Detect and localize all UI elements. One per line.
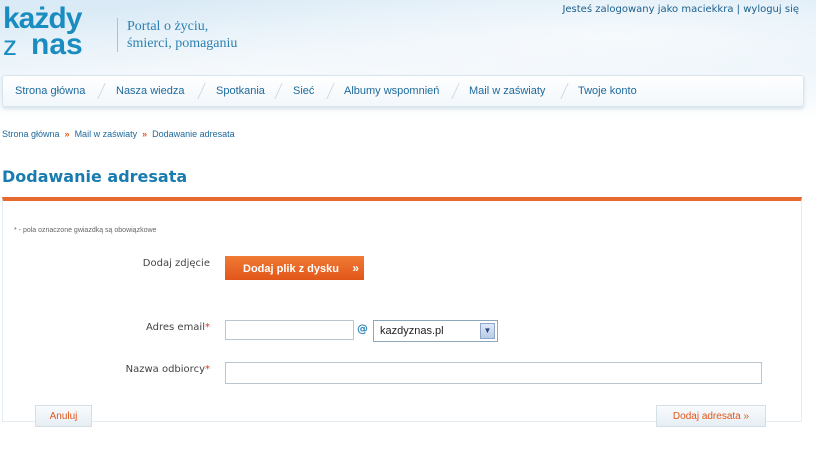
logo-divider bbox=[117, 18, 118, 52]
logged-in-text: Jesteś zalogowany jako maciekkra bbox=[562, 4, 734, 15]
recipient-name-label-text: Nazwa odbiorcy bbox=[125, 364, 205, 375]
nav-item-mail[interactable]: Mail w zaświaty bbox=[469, 76, 545, 106]
nav-item-knowledge[interactable]: Nasza wiedza bbox=[116, 76, 184, 106]
breadcrumb-separator: » bbox=[142, 129, 148, 139]
email-input[interactable] bbox=[225, 320, 354, 340]
nav-item-network[interactable]: Sieć bbox=[293, 76, 314, 106]
tagline-line1: Portal o życiu, bbox=[127, 19, 209, 34]
upload-arrow-icon: » bbox=[352, 261, 359, 275]
site-logo[interactable]: każdy z nas bbox=[3, 4, 113, 62]
upload-button-label: Dodaj plik z dysku bbox=[243, 263, 339, 275]
tagline-line2: śmierci, pomaganiu bbox=[127, 36, 238, 51]
nav-item-meetings[interactable]: Spotkania bbox=[216, 76, 265, 106]
chevron-down-icon[interactable]: ▼ bbox=[480, 323, 495, 339]
photo-label: Dodaj zdjęcie bbox=[142, 258, 210, 269]
logout-link[interactable]: wyloguj się bbox=[743, 4, 799, 15]
breadcrumb-current: Dodawanie adresata bbox=[152, 129, 235, 139]
logo-text-nas: nas bbox=[31, 28, 83, 61]
nav-separator bbox=[326, 83, 335, 99]
nav-separator bbox=[197, 83, 206, 99]
breadcrumb-mail[interactable]: Mail w zaświaty bbox=[75, 129, 138, 139]
cancel-button[interactable]: Anuluj bbox=[35, 405, 92, 427]
page-title: Dodawanie adresata bbox=[2, 167, 188, 186]
nav-separator bbox=[97, 83, 106, 99]
email-label: Adres email* bbox=[146, 322, 210, 333]
recipient-name-label: Nazwa odbiorcy* bbox=[126, 364, 210, 375]
upload-file-button[interactable]: Dodaj plik z dysku » bbox=[225, 256, 364, 280]
user-bar-separator: | bbox=[736, 4, 741, 15]
email-label-text: Adres email bbox=[145, 322, 205, 333]
main-navigation: Strona główna Nasza wiedza Spotkania Sie… bbox=[2, 75, 804, 107]
recipient-name-input[interactable] bbox=[225, 362, 762, 384]
nav-separator bbox=[451, 83, 460, 99]
email-domain-value: kazdyznas.pl bbox=[380, 325, 444, 337]
nav-item-account[interactable]: Twoje konto bbox=[578, 76, 637, 106]
nav-separator bbox=[560, 83, 569, 99]
nav-separator bbox=[274, 83, 283, 99]
breadcrumb: Strona główna » Mail w zaświaty » Dodawanie … bbox=[2, 129, 235, 139]
breadcrumb-home[interactable]: Strona główna bbox=[2, 129, 60, 139]
required-star: * bbox=[205, 364, 210, 375]
nav-item-albums[interactable]: Albumy wspomnień bbox=[344, 76, 439, 106]
site-tagline: Portal o życiu, śmierci, pomaganiu bbox=[127, 18, 237, 52]
required-fields-note: * - pola oznaczone gwiazdką są obowiązko… bbox=[14, 227, 157, 234]
at-sign: @ bbox=[357, 322, 368, 335]
user-status-bar: Jesteś zalogowany jako maciekkra | wylog… bbox=[562, 4, 799, 15]
add-recipient-button[interactable]: Dodaj adresata » bbox=[656, 405, 766, 427]
nav-item-home[interactable]: Strona główna bbox=[15, 76, 85, 106]
breadcrumb-separator: » bbox=[64, 129, 70, 139]
logo-text-z: z bbox=[3, 30, 17, 61]
email-domain-select[interactable]: kazdyznas.pl ▼ bbox=[373, 320, 498, 342]
required-star: * bbox=[205, 322, 210, 333]
